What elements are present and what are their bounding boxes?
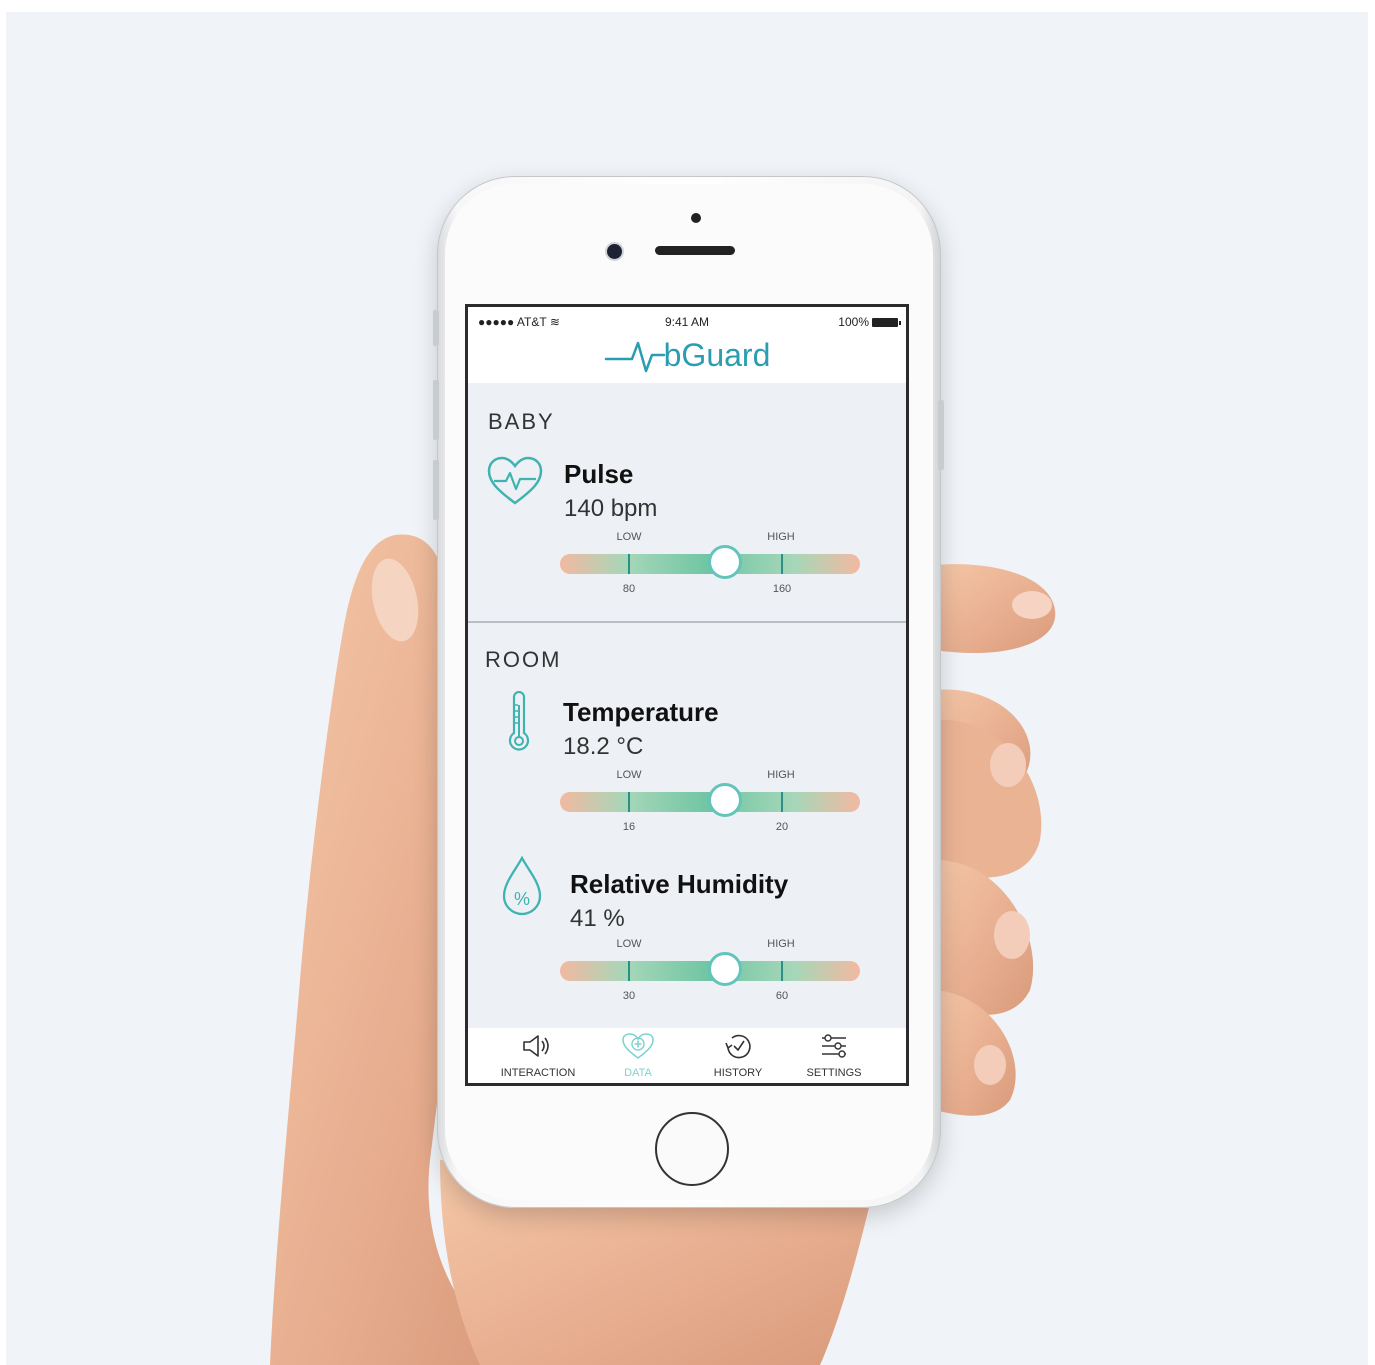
temperature-low-value: 16 [622,821,636,833]
temperature-low-label: LOW [616,769,642,781]
pulse-low-value: 80 [622,583,636,595]
heartbeat-logo-icon [604,341,665,373]
tab-data[interactable]: DATA [590,1032,686,1079]
pulse-high-label: HIGH [767,531,795,543]
humidity-low-value: 30 [622,990,636,1002]
temperature-name: Temperature [563,697,719,727]
heart-pulse-icon [487,456,543,505]
front-camera [607,244,622,259]
humidity-high-tick [781,961,783,981]
battery-icon [872,317,901,327]
battery-status: 100% [838,315,901,329]
humidity-thumb[interactable] [708,952,742,986]
pulse-value: 140 bpm [564,495,658,522]
humidity-low-label: LOW [616,938,642,950]
tab-data-label: DATA [624,1067,652,1079]
humidity-low-tick [628,961,630,981]
pulse-thumb[interactable] [708,545,742,579]
heart-plus-icon [622,1033,654,1059]
mute-switch[interactable] [433,310,439,346]
temperature-low-tick [628,792,630,812]
tab-settings-label: SETTINGS [806,1067,862,1079]
temperature-range-slider[interactable]: LOW HIGH 16 20 [560,769,860,833]
pulse-name: Pulse [564,459,634,489]
humidity-range-slider[interactable]: LOW HIGH 30 60 [560,938,860,1002]
baby-section-title: BABY [488,409,555,434]
home-button[interactable] [655,1112,729,1186]
speaker-icon [523,1035,549,1057]
power-button[interactable] [938,400,944,470]
thermometer-icon [508,691,530,751]
logo-text: bGuard [663,336,771,373]
room-section-title: ROOM [485,647,562,672]
tab-settings[interactable]: SETTINGS [786,1032,882,1079]
app-logo: bGuard [468,333,906,377]
humidity-name: Relative Humidity [570,869,789,899]
tab-interaction[interactable]: INTERACTION [490,1032,586,1079]
tab-bar: INTERACTION DATA HISTORY SETTINGS [468,1028,906,1083]
tab-history-label: HISTORY [713,1067,763,1079]
proximity-sensor [691,213,701,223]
temperature-high-value: 20 [775,821,789,833]
pulse-range-slider[interactable]: LOW HIGH 80 160 [560,531,860,595]
pulse-low-label: LOW [616,531,642,543]
temperature-thumb[interactable] [708,783,742,817]
history-icon [725,1034,751,1059]
humidity-value: 41 % [570,905,625,932]
app-screen: ●●●●● AT&T ≋ 9:41 AM 100% bGuard BABY Pu… [465,304,909,1086]
humidity-drop-icon: % [502,855,542,916]
battery-percent: 100% [838,315,869,329]
sliders-icon [822,1034,846,1058]
earpiece [655,246,735,255]
pulse-high-value: 160 [772,583,792,595]
temperature-high-tick [781,792,783,812]
pulse-low-tick [628,554,630,574]
volume-down-button[interactable] [433,460,439,520]
room-section: ROOM Temperature 18.2 °C LOW HIGH 16 20 … [468,623,906,1028]
volume-up-button[interactable] [433,380,439,440]
humidity-high-value: 60 [775,990,789,1002]
tab-interaction-label: INTERACTION [500,1067,576,1079]
pulse-high-tick [781,554,783,574]
temperature-high-label: HIGH [767,769,795,781]
humidity-high-label: HIGH [767,938,795,950]
tab-history[interactable]: HISTORY [690,1032,786,1079]
svg-text:%: % [514,889,530,909]
temperature-value: 18.2 °C [563,733,644,760]
baby-section: BABY Pulse 140 bpm LOW HIGH 80 160 [468,383,906,623]
status-header: ●●●●● AT&T ≋ 9:41 AM 100% bGuard [468,307,906,383]
